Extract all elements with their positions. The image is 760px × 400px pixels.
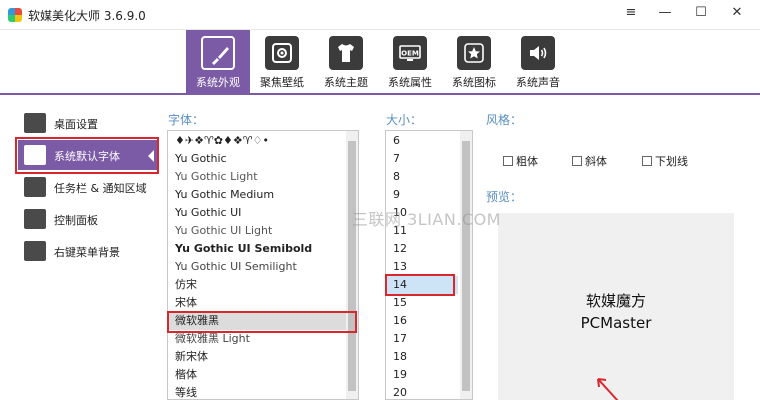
checkbox-label: 粗体 [516, 155, 538, 168]
font-item[interactable]: Yu Gothic UI Semilight [168, 258, 356, 276]
font-item[interactable]: Yu Gothic UI [168, 204, 356, 222]
size-item[interactable]: 9 [386, 186, 458, 204]
size-list-scrollbar[interactable] [460, 131, 472, 399]
tab-label: 系统声音 [516, 76, 560, 89]
preview-text-line1: 软媒魔方 [585, 292, 646, 310]
font-item[interactable]: Yu Gothic Medium [168, 186, 356, 204]
brush-icon [201, 36, 235, 70]
tab-label: 聚焦壁纸 [260, 76, 304, 89]
watermark-text: 三联网 3LIAN.COM [352, 210, 501, 229]
size-item[interactable]: 18 [386, 348, 458, 366]
size-item[interactable]: 7 [386, 150, 458, 168]
font-item[interactable]: 等线 [168, 384, 356, 399]
underline-checkbox[interactable]: 下划线 [642, 153, 688, 169]
font-item-selected[interactable]: 微软雅黑 [168, 312, 356, 330]
font-item[interactable]: 仿宋 [168, 276, 356, 294]
sidebar-item-context-menu-bg[interactable]: 右键菜单背景 [18, 236, 158, 266]
font-item[interactable]: 微软雅黑 Light [168, 330, 356, 348]
sidebar-item-label: 桌面设置 [54, 118, 98, 131]
tab-system-sounds[interactable]: 系统声音 [506, 30, 570, 93]
style-section-label: 风格： [486, 113, 523, 127]
title-bar: 软媒美化大师 3.6.9.0 ≡ — ☐ ✕ [0, 0, 760, 30]
checkbox-label: 下划线 [655, 155, 688, 168]
size-item[interactable]: 19 [386, 366, 458, 384]
tab-label: 系统主题 [324, 76, 368, 89]
taskbar-icon [24, 177, 46, 197]
focus-icon [265, 36, 299, 70]
sidebar-item-control-panel[interactable]: 控制面板 [18, 204, 158, 234]
tab-label: 系统外观 [196, 76, 240, 89]
size-section-label: 大小： [386, 113, 423, 127]
size-item[interactable]: 12 [386, 240, 458, 258]
preview-section-label: 预览： [486, 190, 523, 204]
preview-text-line2: PCMaster [580, 314, 652, 332]
font-list[interactable]: ♦✈❖♈✿♦❖♈♢• Yu Gothic Yu Gothic Light Yu … [167, 130, 359, 400]
checkbox-box[interactable] [642, 156, 652, 166]
sidebar-item-label: 控制面板 [54, 214, 98, 227]
oem-icon: OEM [393, 36, 427, 70]
red-arrow-icon [597, 378, 619, 400]
checkbox-box[interactable] [572, 156, 582, 166]
sidebar-item-taskbar[interactable]: 任务栏 & 通知区域 [18, 172, 158, 202]
tab-system-icons[interactable]: 系统图标 [442, 30, 506, 93]
bold-checkbox[interactable]: 粗体 [503, 153, 538, 169]
tab-focus-wallpaper[interactable]: 聚焦壁纸 [250, 30, 314, 93]
tab-system-properties[interactable]: OEM 系统属性 [378, 30, 442, 93]
tab-system-appearance[interactable]: 系统外观 [186, 30, 250, 93]
font-section-label: 字体： [168, 113, 205, 127]
sidebar-item-default-font[interactable]: 系统默认字体 [18, 140, 158, 170]
size-item[interactable]: 15 [386, 294, 458, 312]
size-item[interactable]: 13 [386, 258, 458, 276]
size-item[interactable]: 17 [386, 330, 458, 348]
sidebar-item-label: 任务栏 & 通知区域 [54, 182, 147, 195]
size-item[interactable]: 20 [386, 384, 458, 399]
sidebar: 桌面设置 系统默认字体 任务栏 & 通知区域 控制面板 右键菜单背景 [0, 100, 160, 400]
size-item[interactable]: 8 [386, 168, 458, 186]
font-list-scrollbar[interactable] [346, 131, 358, 399]
sidebar-item-label: 右键菜单背景 [54, 246, 120, 259]
close-button[interactable]: ✕ [720, 0, 754, 28]
tshirt-icon [329, 36, 363, 70]
font-item[interactable]: ♦✈❖♈✿♦❖♈♢• [168, 132, 356, 150]
app-logo-icon [8, 8, 22, 22]
svg-text:OEM: OEM [401, 50, 419, 58]
menu-bg-icon [24, 241, 46, 261]
star-icon [457, 36, 491, 70]
sidebar-item-desktop-settings[interactable]: 桌面设置 [18, 108, 158, 138]
font-item[interactable]: 新宋体 [168, 348, 356, 366]
tab-system-theme[interactable]: 系统主题 [314, 30, 378, 93]
size-item[interactable]: 16 [386, 312, 458, 330]
font-item[interactable]: 宋体 [168, 294, 356, 312]
search-panel-icon [24, 209, 46, 229]
size-list[interactable]: 6 7 8 9 10 11 12 13 14 15 16 17 18 19 20 [385, 130, 473, 400]
font-item[interactable]: 楷体 [168, 366, 356, 384]
font-item[interactable]: Yu Gothic [168, 150, 356, 168]
font-item[interactable]: Yu Gothic Light [168, 168, 356, 186]
checkbox-box[interactable] [503, 156, 513, 166]
tab-label: 系统属性 [388, 76, 432, 89]
window-title: 软媒美化大师 3.6.9.0 [28, 9, 146, 23]
font-item[interactable]: Yu Gothic UI Semibold [168, 240, 356, 258]
minimize-button[interactable]: — [648, 0, 682, 28]
maximize-button[interactable]: ☐ [684, 0, 718, 28]
size-item-selected[interactable]: 14 [386, 276, 458, 294]
tab-label: 系统图标 [452, 76, 496, 89]
wrench-icon [24, 113, 46, 133]
scrollbar-thumb[interactable] [462, 141, 470, 391]
selected-arrow-icon [148, 150, 154, 162]
menu-icon[interactable]: ≡ [614, 0, 648, 28]
sidebar-item-label: 系统默认字体 [54, 150, 120, 163]
italic-checkbox[interactable]: 斜体 [572, 153, 607, 169]
main-toolbar: 系统外观 聚焦壁纸 系统主题 OEM 系统属性 系统图标 系统声音 [0, 30, 760, 95]
preview-panel: 软媒魔方 PCMaster [498, 213, 734, 400]
speaker-icon [521, 36, 555, 70]
font-icon [24, 145, 46, 165]
scrollbar-thumb[interactable] [348, 141, 356, 391]
checkbox-label: 斜体 [585, 155, 607, 168]
font-item[interactable]: Yu Gothic UI Light [168, 222, 356, 240]
size-item[interactable]: 6 [386, 132, 458, 150]
